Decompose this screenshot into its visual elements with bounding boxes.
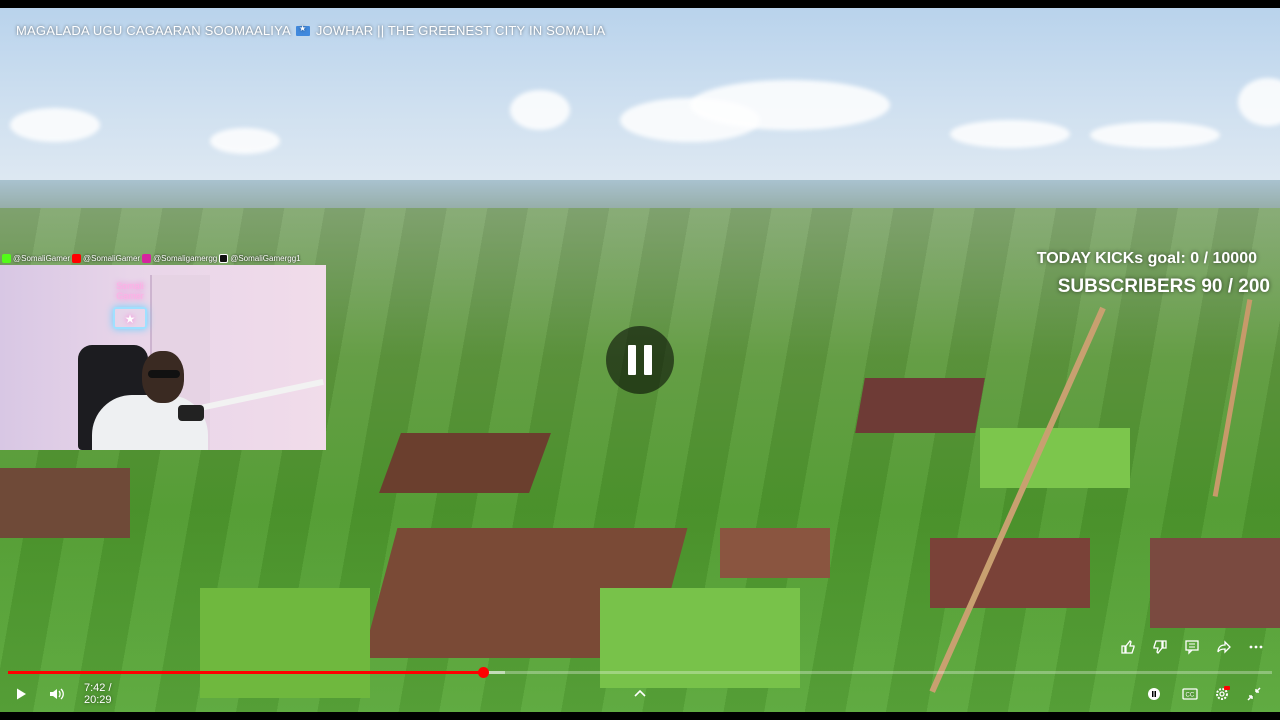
somalia-flag-icon: [296, 24, 310, 36]
settings-button[interactable]: [1210, 680, 1234, 708]
instagram-handle: @Somaligamergg: [153, 254, 218, 263]
social-handles-bar: @SomaliGamer @SomaliGamer @Somaligamergg…: [2, 253, 301, 264]
letterbox-bottom: [0, 712, 1280, 720]
share-icon[interactable]: [1212, 636, 1236, 658]
pause-toggle-icon: [1148, 688, 1160, 700]
settings-icon: [1216, 686, 1230, 700]
kick-icon: [2, 254, 11, 263]
center-pause-indicator[interactable]: [606, 326, 674, 394]
microphone: [178, 405, 204, 421]
kick-handle: @SomaliGamer: [13, 254, 71, 263]
instagram-icon: [142, 254, 152, 263]
chevron-up-button[interactable]: [628, 680, 652, 708]
video-title-part2: JOWHAR || THE GREENEST CITY IN SOMALIA: [315, 23, 606, 38]
youtube-icon: [72, 254, 82, 263]
exit-fullscreen-button[interactable]: [1242, 680, 1266, 708]
more-icon[interactable]: [1244, 636, 1268, 658]
comments-icon[interactable]: [1180, 636, 1204, 658]
exit-fullscreen-icon: [1247, 687, 1261, 701]
dislike-icon[interactable]: [1148, 636, 1172, 658]
captions-icon: CC: [1182, 688, 1198, 700]
play-button[interactable]: [8, 680, 34, 708]
tiktok-icon: [219, 254, 229, 263]
action-buttons: [1116, 636, 1268, 658]
video-player[interactable]: MAGALADA UGU CAGAARAN SOOMAALIYA JOWHAR …: [0, 0, 1280, 720]
youtube-handle: @SomaliGamer: [83, 254, 141, 263]
video-title-part1: MAGALADA UGU CAGAARAN SOOMAALIYA: [16, 23, 291, 38]
player-controls: 7:42 / 20:29 CC: [0, 680, 1280, 708]
progress-played: [8, 671, 484, 674]
captions-button[interactable]: CC: [1178, 680, 1202, 708]
letterbox-top: [0, 0, 1280, 8]
webcam-overlay: Somali Gamer ★: [0, 265, 326, 450]
volume-icon: [50, 688, 64, 700]
mic-arm: [199, 378, 324, 411]
pause-bar-right: [644, 345, 652, 375]
svg-text:CC: CC: [1186, 693, 1195, 699]
pause-bar-left: [628, 345, 636, 375]
subscribers-goal-text: SUBSCRIBERS 90 / 200: [1057, 276, 1270, 297]
play-icon: [17, 688, 26, 700]
progress-bar[interactable]: [8, 667, 1272, 678]
autoplay-toggle[interactable]: [1142, 680, 1166, 708]
volume-button[interactable]: [44, 680, 70, 708]
sunglasses: [148, 370, 180, 378]
neon-sign: Somali Gamer ★: [104, 271, 156, 341]
like-icon[interactable]: [1116, 636, 1140, 658]
streamer-body: [92, 395, 208, 450]
time-display: 7:42 / 20:29: [84, 682, 112, 706]
neon-sign-text: Somali Gamer: [116, 281, 144, 301]
chevron-up-icon: [634, 689, 646, 697]
video-title[interactable]: MAGALADA UGU CAGAARAN SOOMAALIYA JOWHAR …: [16, 23, 605, 38]
kicks-goal-text: TODAY KICKs goal: 0 / 10000: [1036, 250, 1257, 267]
tiktok-handle: @SomaliGamergg1: [230, 254, 301, 263]
